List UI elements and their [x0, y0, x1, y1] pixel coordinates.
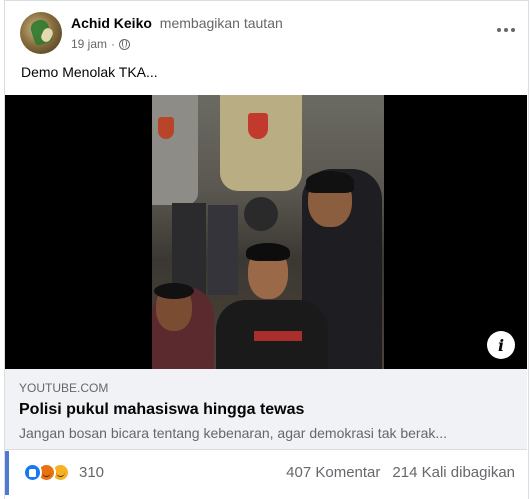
post-timestamp[interactable]: 19 jam	[71, 37, 107, 51]
dot	[504, 28, 508, 32]
person-center-hair	[246, 243, 290, 261]
link-preview[interactable]: YOUTUBE.COM Polisi pukul mahasiswa hingg…	[5, 369, 527, 450]
post-text: Demo Menolak TKA...	[21, 64, 158, 80]
video-frame	[152, 95, 384, 369]
shirt-print	[254, 331, 302, 341]
helmet	[244, 197, 278, 231]
meta-separator: ·	[111, 37, 116, 51]
link-title[interactable]: Polisi pukul mahasiswa hingga tewas	[19, 401, 304, 419]
video-thumbnail[interactable]: i	[5, 95, 527, 369]
thumb-glyph	[29, 468, 36, 477]
dot	[497, 28, 501, 32]
post-header: Achid Keiko membagikan tautan 19 jam ·	[20, 12, 520, 56]
reactions-summary[interactable]: 310	[23, 463, 104, 482]
card-top-border	[4, 0, 528, 1]
post-action: membagikan tautan	[159, 15, 283, 31]
face-glyph	[42, 472, 51, 477]
comment-count[interactable]: 407 Komentar	[286, 464, 380, 481]
police-badge-center	[248, 113, 268, 139]
share-count[interactable]: 214 Kali dibagikan	[392, 464, 515, 481]
police-leg	[208, 205, 238, 295]
globe-icon[interactable]	[119, 38, 131, 50]
engagement-stats: 407 Komentar 214 Kali dibagikan	[286, 464, 515, 481]
person-right-hair	[306, 171, 354, 193]
police-badge-left	[158, 117, 174, 139]
like-icon	[23, 463, 42, 482]
author-name[interactable]: Achid Keiko	[71, 15, 152, 31]
police-vest-center	[220, 95, 302, 191]
dot	[511, 28, 515, 32]
card-right-border	[528, 0, 529, 499]
person-left-hair	[154, 283, 194, 299]
face-glyph	[56, 472, 65, 477]
reaction-count[interactable]: 310	[79, 464, 104, 481]
link-domain: YOUTUBE.COM	[19, 381, 109, 395]
info-icon[interactable]: i	[487, 331, 515, 359]
avatar[interactable]	[20, 12, 62, 54]
post-meta: 19 jam ·	[71, 37, 131, 51]
police-vest-left	[152, 95, 198, 205]
post-author-line: Achid Keiko membagikan tautan	[71, 15, 283, 31]
more-options-icon[interactable]	[492, 20, 520, 40]
engagement-bar: 310 407 Komentar 214 Kali dibagikan	[5, 451, 527, 495]
link-description: Jangan bosan bicara tentang kebenaran, a…	[19, 425, 448, 441]
